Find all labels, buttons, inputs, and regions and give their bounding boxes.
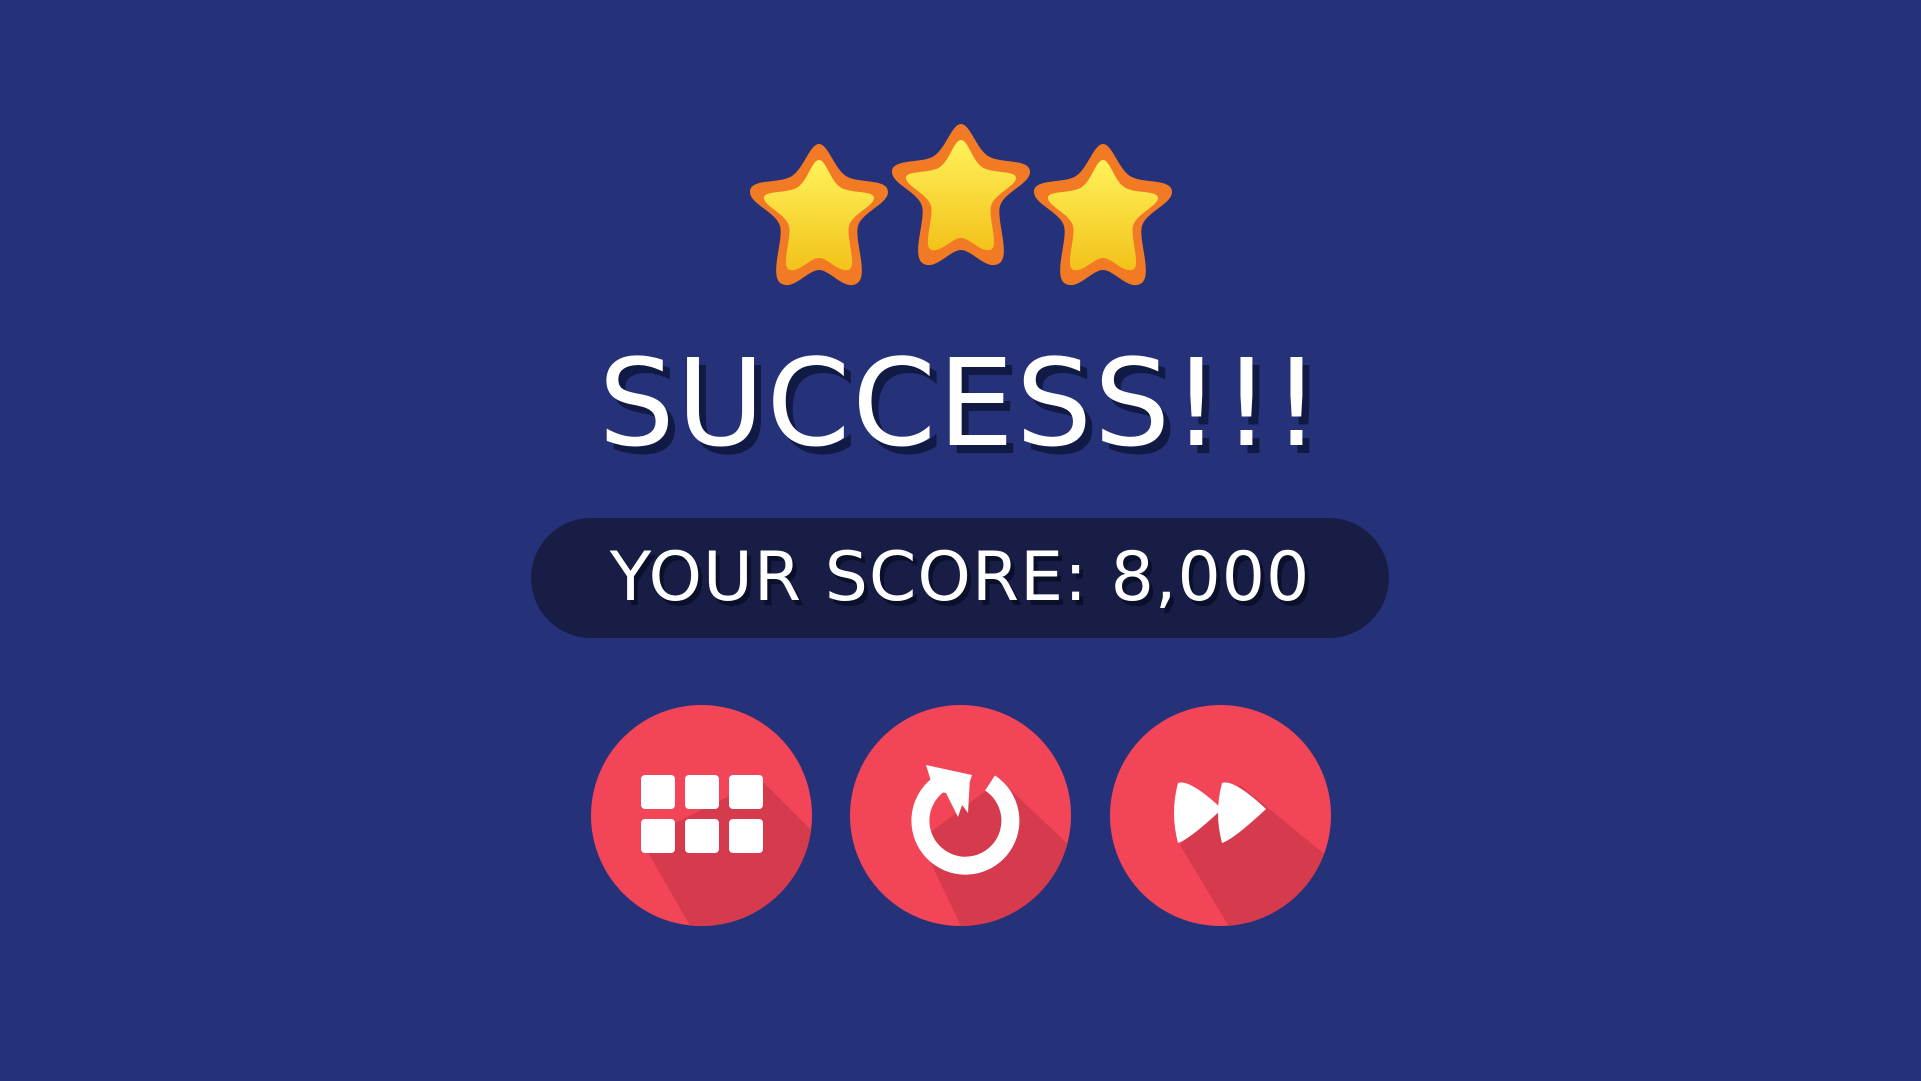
star-icon <box>746 140 892 290</box>
fast-forward-icon <box>1174 782 1331 926</box>
replay-button[interactable] <box>850 705 1071 926</box>
star-rating <box>0 0 1921 300</box>
level-menu-button[interactable] <box>591 705 812 926</box>
grid-icon <box>641 775 812 926</box>
replay-icon <box>911 765 1071 926</box>
score-label: YOUR SCORE: 8,000 <box>609 538 1311 617</box>
result-title: SUCCESS!!! <box>598 335 1323 474</box>
star-icon <box>888 120 1034 270</box>
score-panel: YOUR SCORE: 8,000 <box>531 518 1389 638</box>
star-icon <box>1030 140 1176 290</box>
next-level-button[interactable] <box>1110 705 1331 926</box>
